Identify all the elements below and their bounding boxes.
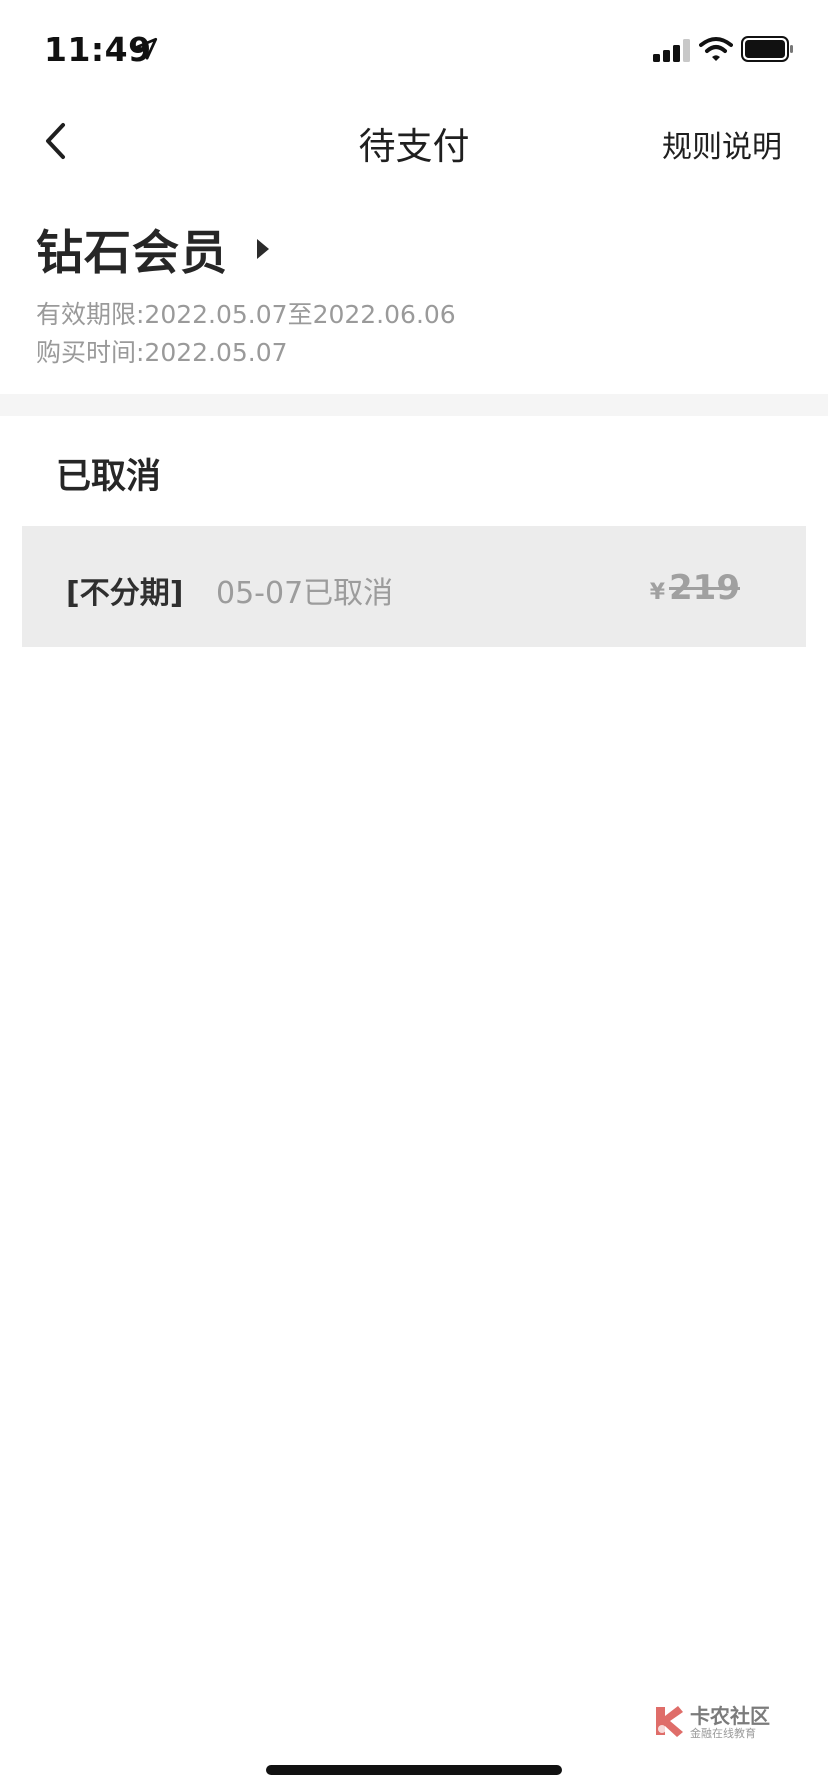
status-bar: 11:49 <box>0 0 828 100</box>
cellular-signal-icon <box>653 39 690 62</box>
navigation-bar: 待支付 规则说明 <box>0 100 828 182</box>
watermark: 卡农社区 金融在线教育 <box>648 1700 774 1742</box>
order-status-title: 已取消 <box>56 457 162 497</box>
rules-link[interactable]: 规则说明 <box>662 122 782 166</box>
location-arrow-icon <box>134 37 158 60</box>
watermark-subtitle: 金融在线教育 <box>690 1727 756 1740</box>
order-row[interactable]: [不分期] 05-07已取消 ¥ 219 <box>22 526 806 647</box>
kanong-logo-icon <box>656 1706 683 1737</box>
installment-plan-label: [不分期] <box>66 576 184 611</box>
purchase-time: 购买时间:2022.05.07 <box>36 338 288 367</box>
validity-period: 有效期限:2022.05.07至2022.06.06 <box>36 300 456 329</box>
order-price: ¥ 219 <box>650 568 740 608</box>
membership-header: 钻石会员 有效期限:2022.05.07至2022.06.06 购买时间:202… <box>0 182 828 394</box>
currency-symbol: ¥ <box>649 580 666 605</box>
wifi-icon <box>699 37 733 61</box>
order-cancel-status: 05-07已取消 <box>216 576 394 611</box>
membership-title: 钻石会员 <box>36 226 228 281</box>
caret-right-icon <box>257 238 269 259</box>
price-amount: 219 <box>669 568 740 608</box>
membership-title-link[interactable]: 钻石会员 <box>36 214 270 283</box>
section-divider <box>0 394 828 416</box>
home-indicator <box>266 1765 562 1775</box>
battery-icon <box>741 36 793 62</box>
